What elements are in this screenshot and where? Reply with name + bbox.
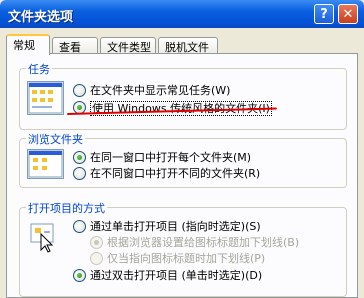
single-click-label: 通过单击打开项目 (指向时选定) xyxy=(90,220,246,233)
own-window-label: 在不同窗口中打开不同的文件夹 xyxy=(90,167,244,180)
underline-hover-label: 仅当指向图标标题时加下划线 xyxy=(107,252,250,265)
browse-folders-group-label: 浏览文件夹 xyxy=(26,131,85,147)
browse-preview-icon xyxy=(27,149,64,179)
click-cursor-icon xyxy=(27,220,64,254)
tasks-preview-icon xyxy=(27,81,64,115)
window-title: 文件夹选项 xyxy=(8,10,74,25)
tab-file-types[interactable]: 文件类型 xyxy=(100,37,156,54)
close-button[interactable]: ✕ xyxy=(338,4,358,24)
show-common-tasks-radio[interactable] xyxy=(73,84,86,97)
double-click-key: (D) xyxy=(245,269,263,282)
tab-view[interactable]: 查看 xyxy=(52,37,98,54)
tasks-group: 任务 在文件夹中显示常见任务(W) 使用 Windows 传统风格的文件夹(I) xyxy=(19,61,347,130)
same-window-radio[interactable] xyxy=(73,151,86,164)
underline-hover-radio[interactable] xyxy=(90,252,103,265)
show-common-tasks-key: (W) xyxy=(211,84,231,97)
same-window-key: (M) xyxy=(233,151,252,164)
browse-folders-group: 浏览文件夹 在同一窗口中打开每个文件夹(M) 在不同窗口中打开不同的文件夹(R) xyxy=(19,131,347,188)
single-click-key: (S) xyxy=(245,220,261,233)
tasks-group-label: 任务 xyxy=(26,61,52,77)
underline-browser-key: (B) xyxy=(283,236,300,249)
tab-offline-files[interactable]: 脱机文件 xyxy=(158,37,218,54)
general-tab-panel: 任务 在文件夹中显示常见任务(W) 使用 Windows 传统风格的文件夹(I) xyxy=(6,53,358,298)
single-click-radio[interactable] xyxy=(73,220,86,233)
underline-browser-radio[interactable] xyxy=(90,236,103,249)
click-items-group-label: 打开项目的方式 xyxy=(26,200,107,216)
underline-browser-label: 根据浏览器设置给图标标题加下划线 xyxy=(107,236,283,249)
own-window-key: (R) xyxy=(244,167,261,180)
tab-general[interactable]: 常规 xyxy=(6,34,50,55)
help-button[interactable]: ? xyxy=(314,4,334,24)
own-window-radio[interactable] xyxy=(73,167,86,180)
underline-hover-key: (P) xyxy=(250,252,266,265)
title-bar: 文件夹选项 ? ✕ xyxy=(0,0,364,28)
click-items-group: 打开项目的方式 通过单击打开项目 (指向时选定)(S) 根据浏览器设置给图标标题… xyxy=(19,200,347,297)
show-common-tasks-label: 在文件夹中显示常见任务 xyxy=(90,84,211,97)
double-click-label: 通过双击打开项目 (单击时选定) xyxy=(90,269,246,282)
same-window-label: 在同一窗口中打开每个文件夹 xyxy=(90,151,233,164)
double-click-radio[interactable] xyxy=(73,269,86,282)
